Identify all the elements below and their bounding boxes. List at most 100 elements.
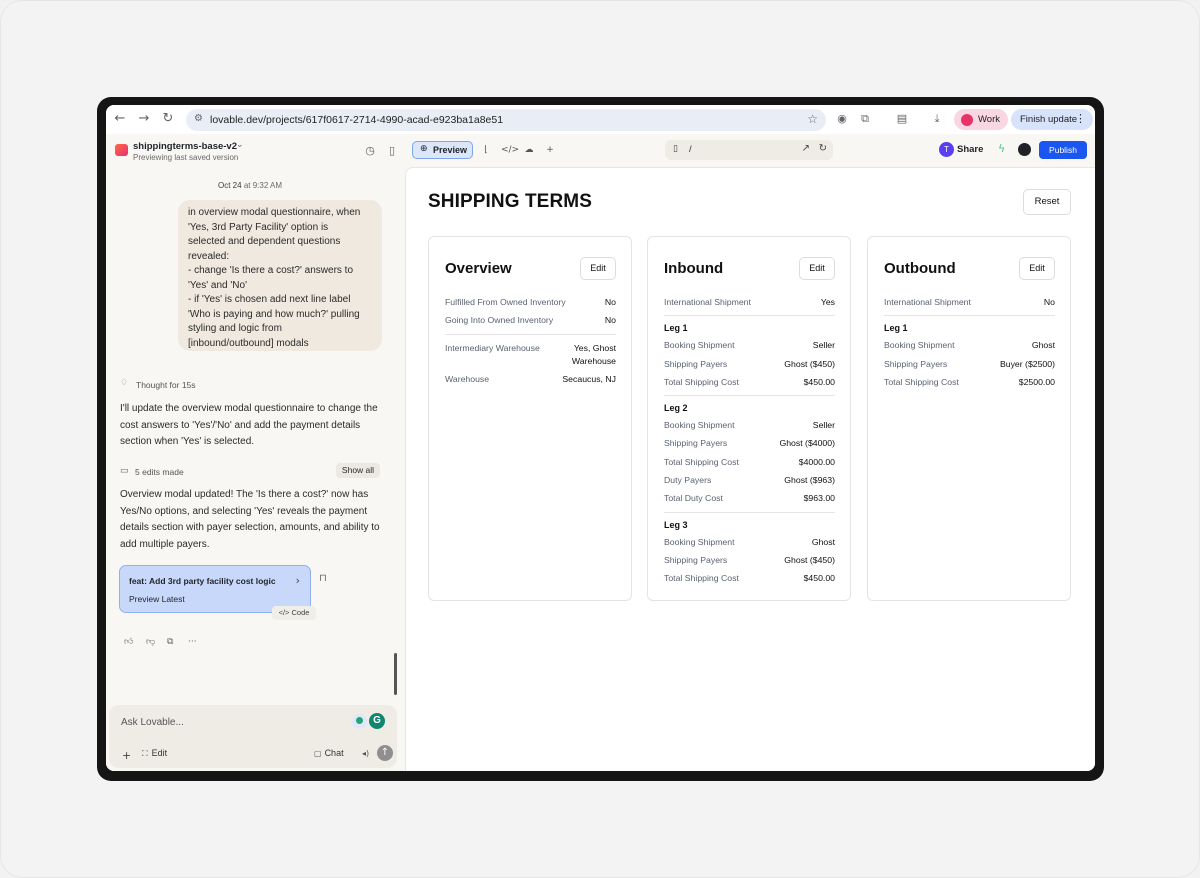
url-text: lovable.dev/projects/617f0617-2714-4990-… [210, 114, 504, 126]
preview-tab[interactable]: ⊕ Preview [412, 141, 473, 159]
chat-input[interactable]: Ask Lovable... G + ⛶ Edit ▢ Chat ◂) ↑ [109, 705, 397, 768]
overview-edit-button[interactable]: Edit [580, 257, 616, 280]
preview-latest-link[interactable]: Preview Latest [129, 594, 185, 604]
show-all-button[interactable]: Show all [336, 463, 380, 478]
detail-value: $2500.00 [1018, 376, 1055, 387]
visual-edit-label: Edit [151, 748, 168, 758]
detail-value: Ghost [1031, 340, 1055, 351]
finish-update-button[interactable]: Finish update ⋮ [1011, 109, 1093, 130]
grammarly-icon[interactable]: G [369, 713, 385, 729]
code-view-icon[interactable]: </> [501, 143, 519, 157]
inbound-card: Inbound Edit International Shipment Yes L… [647, 236, 851, 601]
detail-value: Ghost ($963) [784, 475, 835, 486]
detail-row: Total Shipping Cost $450.00 [664, 570, 835, 588]
bookmark-star-icon[interactable]: ☆ [807, 112, 818, 126]
message-date: Oct 24 [218, 181, 242, 190]
profile-button[interactable]: Work [954, 109, 1008, 130]
user-message-line: in overview modal questionnaire, when [188, 207, 361, 218]
cloud-icon[interactable]: ☁ [522, 143, 536, 157]
tab-search-icon[interactable]: ▤ [894, 111, 910, 127]
refresh-preview-icon[interactable]: ↻ [819, 143, 827, 154]
open-external-icon[interactable]: ↗ [802, 143, 810, 154]
detail-row: Shipping Payers Buyer ($2500) [884, 356, 1055, 374]
back-icon[interactable]: ← [112, 111, 128, 127]
user-message-line: styling and logic from [188, 323, 282, 334]
user-message-line: - change 'Is there a cost?' answers to [188, 265, 354, 276]
card-body: International Shipment Yes Leg 1 Booking … [664, 294, 835, 589]
chevron-down-icon[interactable]: ⌄ [236, 140, 244, 150]
detail-label: Booking Shipment [664, 340, 735, 351]
thumbs-up-icon[interactable]: 👍︎ [124, 637, 133, 647]
detail-value: No [1043, 297, 1055, 307]
detail-label: Total Shipping Cost [664, 456, 739, 467]
reload-icon[interactable]: ↻ [160, 111, 176, 127]
address-bar[interactable]: ⚙ lovable.dev/projects/617f0617-2714-499… [186, 109, 826, 131]
send-button[interactable]: ↑ [377, 745, 393, 761]
thumbs-down-icon[interactable]: 👎︎ [146, 637, 155, 647]
forward-icon[interactable]: → [136, 111, 152, 127]
outbound-card: Outbound Edit International Shipment No L… [867, 236, 1071, 601]
card-title: Outbound [884, 260, 956, 277]
detail-value: Seller [812, 340, 835, 351]
message-timestamp: Oct 24 at 9:32 AM [218, 181, 282, 190]
voice-icon[interactable]: ◂) [362, 749, 369, 758]
history-icon[interactable]: ◷ [363, 144, 377, 158]
browser-window: ← → ↻ ⚙ lovable.dev/projects/617f0617-27… [106, 105, 1095, 771]
lovable-logo[interactable] [115, 144, 128, 156]
bookmark-icon[interactable]: ⊓ [319, 573, 327, 584]
detail-label: Shipping Payers [664, 438, 728, 449]
detail-label: International Shipment [884, 297, 971, 307]
card-title: Inbound [664, 260, 724, 277]
detail-row: International Shipment No [884, 294, 1055, 312]
visual-edit-button[interactable]: ⛶ Edit [142, 748, 167, 759]
card-title: Overview [445, 260, 512, 277]
more-options-icon[interactable]: ··· [188, 637, 197, 647]
extension-icon[interactable]: ◉ [834, 111, 850, 127]
code-button[interactable]: </> Code [272, 606, 316, 620]
detail-row: Total Shipping Cost $2500.00 [884, 374, 1055, 392]
divider [445, 333, 616, 335]
detail-label: Warehouse [445, 373, 490, 384]
inbound-edit-button[interactable]: Edit [799, 257, 835, 280]
supabase-icon[interactable]: ϟ [998, 142, 1005, 155]
detail-row: Warehouse Secaucus, NJ [445, 371, 616, 389]
user-avatar: T [939, 142, 954, 157]
sidebar-toggle-icon[interactable]: ▯ [385, 144, 399, 158]
project-name[interactable]: shippingterms-base-v2 [133, 141, 237, 152]
detail-value: $4000.00 [798, 456, 835, 467]
detail-value: Ghost [811, 536, 835, 547]
message-time: at 9:32 AM [243, 181, 283, 190]
device-view-icon[interactable]: ▯ [673, 144, 678, 154]
chat-mode-label: Chat [324, 748, 344, 758]
share-button[interactable]: Share [957, 144, 983, 155]
extension-badge-icon[interactable] [352, 714, 367, 729]
copy-icon[interactable]: ⧉ [167, 637, 173, 647]
publish-button[interactable]: Publish [1039, 141, 1087, 159]
kebab-menu-icon: ⋮ [1075, 112, 1086, 125]
route-bar[interactable]: ▯ / ↗ ↻ [665, 140, 833, 160]
reset-button[interactable]: Reset [1023, 189, 1071, 215]
detail-value: Buyer ($2500) [999, 358, 1055, 369]
plus-icon[interactable]: + [122, 749, 131, 762]
download-icon[interactable]: ⤓ [929, 111, 945, 127]
user-message: in overview modal questionnaire, when 'Y… [178, 200, 382, 351]
detail-label: Duty Payers [664, 475, 712, 486]
site-info-icon[interactable]: ⚙ [194, 113, 203, 124]
detail-row: Total Shipping Cost $450.00 [664, 374, 835, 392]
leg-heading: Leg 2 [664, 403, 688, 414]
add-view-icon[interactable]: + [543, 143, 557, 157]
detail-row: Total Duty Cost $963.00 [664, 490, 835, 508]
thought-duration[interactable]: Thought for 15s [136, 380, 196, 390]
detail-label: Total Shipping Cost [884, 376, 959, 387]
detail-row: International Shipment Yes [664, 294, 835, 312]
extensions-puzzle-icon[interactable]: ⧉ [857, 111, 873, 127]
chat-mode-button[interactable]: ▢ Chat [314, 748, 344, 758]
divider [884, 315, 1055, 317]
edits-count: 5 edits made [135, 467, 184, 477]
analytics-icon[interactable]: ⌊ [479, 143, 493, 157]
leg-heading: Leg 1 [884, 323, 908, 334]
outbound-edit-button[interactable]: Edit [1019, 257, 1055, 280]
user-message-line: 'Who is paying and how much?' pulling [188, 308, 360, 320]
github-icon[interactable] [1018, 143, 1031, 156]
chat-scrollbar[interactable] [394, 653, 397, 695]
